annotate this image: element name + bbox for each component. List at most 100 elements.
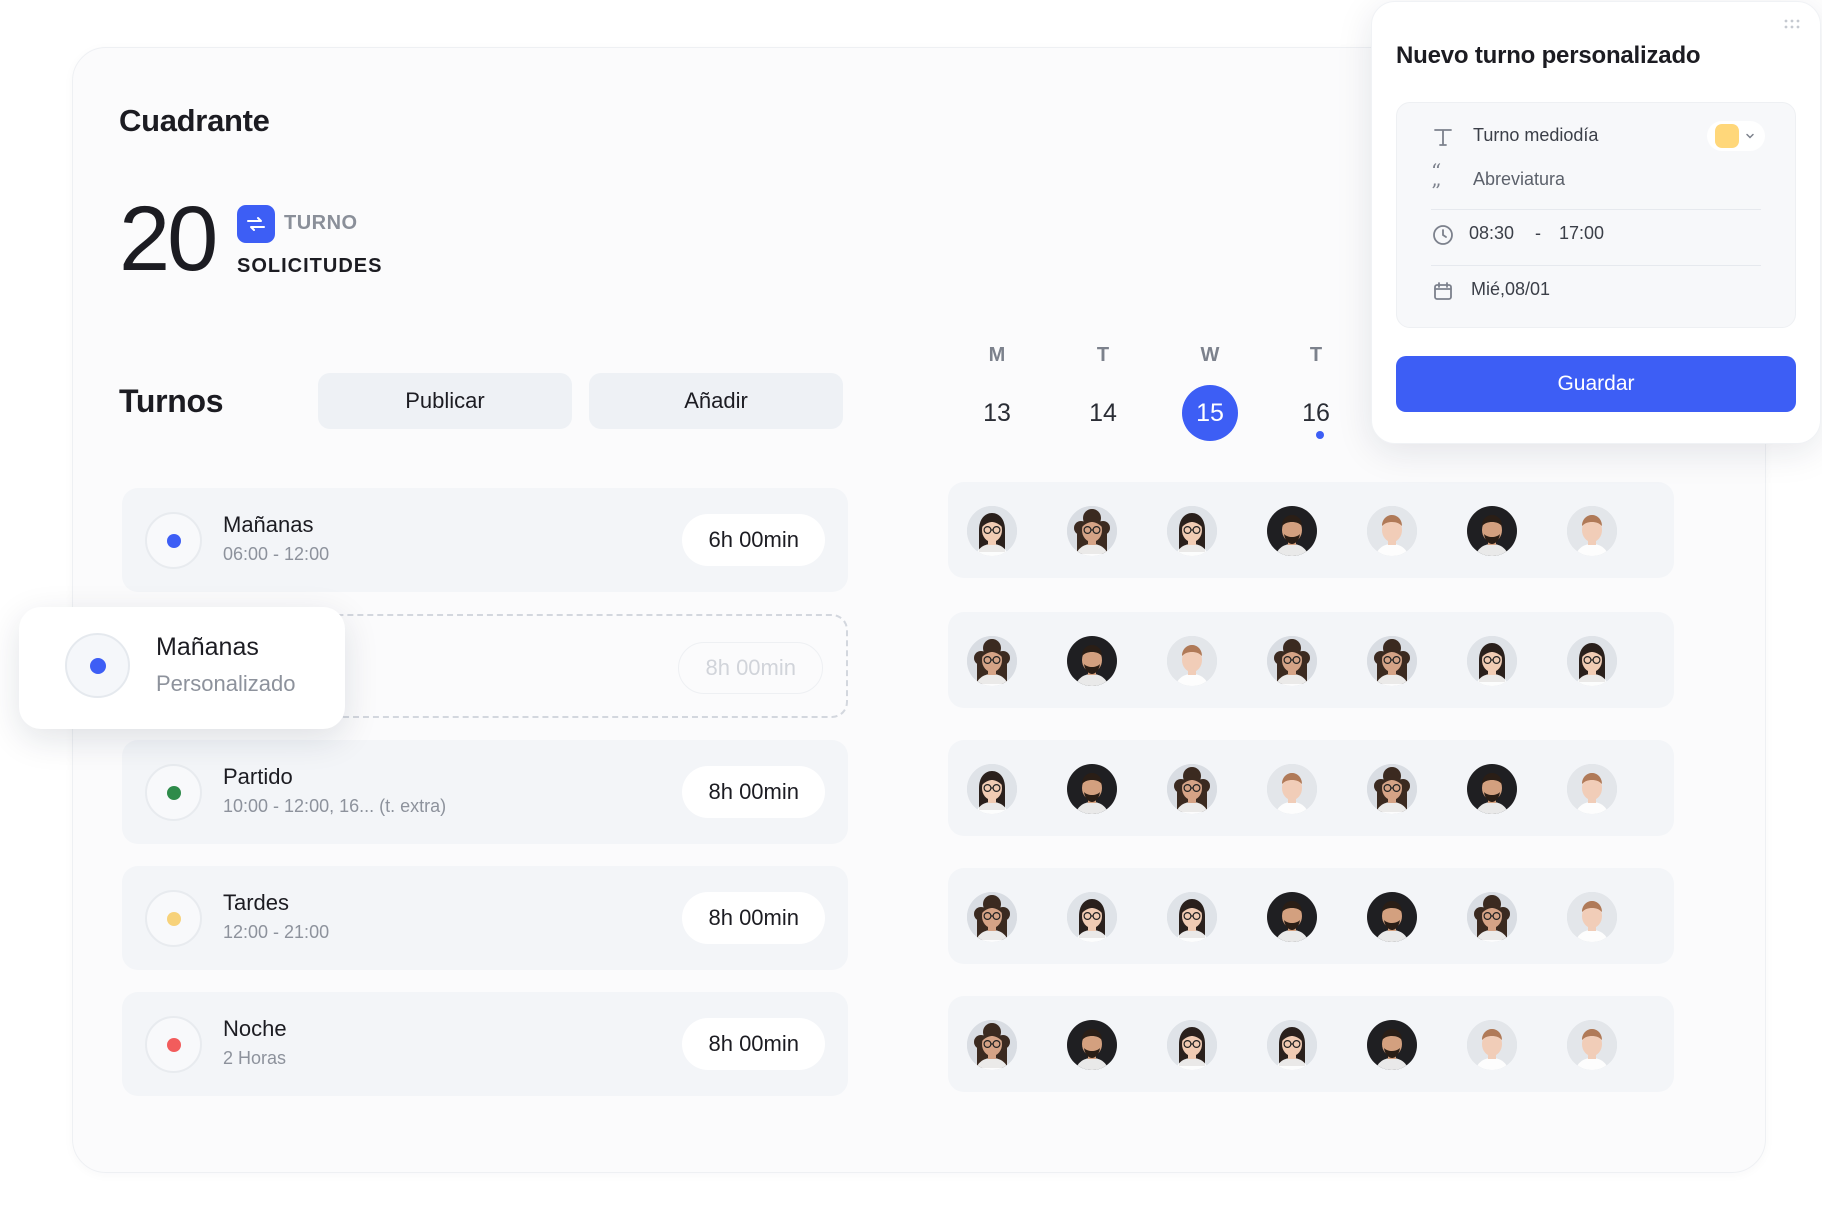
avatar-man-beard[interactable] [1267, 892, 1317, 942]
color-swatch [1715, 124, 1739, 148]
avatar-woman-curly[interactable] [967, 892, 1017, 942]
staff-row-4 [948, 868, 1674, 964]
avatar-woman-glasses[interactable] [1167, 1020, 1217, 1070]
shifts-section-title: Turnos [119, 383, 224, 419]
shift-form: Turno mediodía “ ” Abreviatura 08:30 - 1… [1396, 102, 1796, 328]
shift-duration-placeholder: 8h 00min [678, 642, 823, 694]
shift-row-mananas[interactable]: Mañanas 06:00 - 12:00 6h 00min [122, 488, 848, 592]
staff-row-5 [948, 996, 1674, 1092]
avatar-woman-curly[interactable] [1267, 636, 1317, 686]
avatar-woman-curly[interactable] [1367, 636, 1417, 686]
date-field[interactable]: Mié,08/01 [1471, 279, 1550, 300]
shift-name: Tardes [223, 890, 290, 915]
shift-duration: 6h 00min [682, 514, 825, 566]
shift-row-tardes[interactable]: Tardes 12:00 - 21:00 8h 00min [122, 866, 848, 970]
avatar-woman-curly[interactable] [1367, 764, 1417, 814]
abbreviation-field[interactable]: Abreviatura [1473, 169, 1565, 190]
avatar-woman-glasses[interactable] [1167, 506, 1217, 556]
avatar-man-beard[interactable] [1067, 636, 1117, 686]
shift-duration: 8h 00min [682, 892, 825, 944]
avatar-man-light[interactable] [1267, 764, 1317, 814]
day-number-13[interactable]: 13 [967, 399, 1027, 428]
avatar-woman-curly[interactable] [1167, 764, 1217, 814]
staff-row-1 [948, 482, 1674, 578]
day-number-15-selected[interactable]: 15 [1182, 385, 1238, 441]
text-format-icon [1431, 125, 1455, 149]
page-title: Cuadrante [119, 103, 270, 138]
avatar-woman-glasses[interactable] [1067, 892, 1117, 942]
quote-icon: “ ” [1431, 159, 1442, 203]
shift-time: 06:00 - 12:00 [223, 544, 330, 564]
calendar-icon [1431, 279, 1455, 303]
day-letter-tue: T [1096, 344, 1110, 366]
divider [1431, 265, 1761, 266]
requests-type: TURNO [284, 212, 358, 234]
avatar-woman-glasses[interactable] [967, 506, 1017, 556]
avatar-man-light[interactable] [1567, 1020, 1617, 1070]
avatar-man-light[interactable] [1567, 506, 1617, 556]
add-shift-button[interactable]: Añadir [589, 373, 843, 429]
status-dot [166, 1037, 181, 1052]
day-number-14[interactable]: 14 [1073, 399, 1133, 428]
avatar-man-beard[interactable] [1067, 1020, 1117, 1070]
avatar-woman-curly[interactable] [1467, 892, 1517, 942]
save-button[interactable]: Guardar [1396, 356, 1796, 412]
swap-icon [237, 205, 275, 243]
avatar-woman-glasses[interactable] [1167, 892, 1217, 942]
avatar-man-light[interactable] [1567, 892, 1617, 942]
day-letter-mon: M [988, 344, 1006, 366]
avatar-man-light[interactable] [1467, 1020, 1517, 1070]
dragged-shift-card[interactable]: Mañanas Personalizado [19, 607, 345, 729]
new-shift-panel: Nuevo turno personalizado Turno mediodía… [1371, 1, 1821, 444]
avatar-woman-curly[interactable] [1067, 506, 1117, 556]
shift-name-field[interactable]: Turno mediodía [1473, 125, 1598, 146]
status-dot [166, 785, 181, 800]
avatar-man-beard[interactable] [1267, 506, 1317, 556]
clock-icon [1431, 223, 1455, 247]
day-letter-thu: T [1309, 344, 1323, 366]
avatar-woman-glasses[interactable] [1567, 636, 1617, 686]
event-indicator-dot [1316, 431, 1324, 439]
shift-time: 10:00 - 12:00, 16... (t. extra) [223, 796, 447, 816]
avatar-woman-glasses[interactable] [1267, 1020, 1317, 1070]
status-indicator [145, 1016, 202, 1073]
time-start-field[interactable]: 08:30 [1469, 223, 1514, 244]
shift-row-noche[interactable]: Noche 2 Horas 8h 00min [122, 992, 848, 1096]
avatar-man-light[interactable] [1167, 636, 1217, 686]
grip-icon[interactable] [1783, 18, 1801, 30]
avatar-woman-curly[interactable] [967, 1020, 1017, 1070]
status-indicator [145, 890, 202, 947]
day-number-16[interactable]: 16 [1286, 399, 1346, 428]
divider [1431, 209, 1761, 210]
color-picker[interactable] [1707, 121, 1765, 151]
avatar-man-light[interactable] [1567, 764, 1617, 814]
shift-time: 2 Horas [223, 1048, 287, 1068]
staff-row-3 [948, 740, 1674, 836]
avatar-man-beard[interactable] [1367, 1020, 1417, 1070]
time-end-field[interactable]: 17:00 [1559, 223, 1604, 244]
time-separator: - [1535, 223, 1541, 243]
shift-name: Partido [223, 764, 293, 789]
avatar-woman-curly[interactable] [967, 636, 1017, 686]
dragged-shift-subtitle: Personalizado [156, 671, 296, 696]
avatar-man-beard[interactable] [1067, 764, 1117, 814]
avatar-woman-glasses[interactable] [1467, 636, 1517, 686]
avatar-man-beard[interactable] [1367, 892, 1417, 942]
staff-row-2 [948, 612, 1674, 708]
day-letter-wed: W [1200, 344, 1220, 366]
shift-duration: 8h 00min [682, 1018, 825, 1070]
panel-title: Nuevo turno personalizado [1396, 42, 1701, 69]
status-dot [166, 533, 181, 548]
publish-button[interactable]: Publicar [318, 373, 572, 429]
avatar-woman-glasses[interactable] [967, 764, 1017, 814]
chevron-down-icon [1746, 133, 1754, 139]
status-indicator [65, 633, 130, 698]
shift-time: 12:00 - 21:00 [223, 922, 330, 942]
shift-row-partido[interactable]: Partido 10:00 - 12:00, 16... (t. extra) … [122, 740, 848, 844]
avatar-man-light[interactable] [1367, 506, 1417, 556]
avatar-man-beard[interactable] [1467, 506, 1517, 556]
avatar-man-beard[interactable] [1467, 764, 1517, 814]
dragged-shift-name: Mañanas [156, 633, 259, 661]
status-dot [89, 657, 106, 674]
requests-count: 20 [119, 188, 218, 290]
